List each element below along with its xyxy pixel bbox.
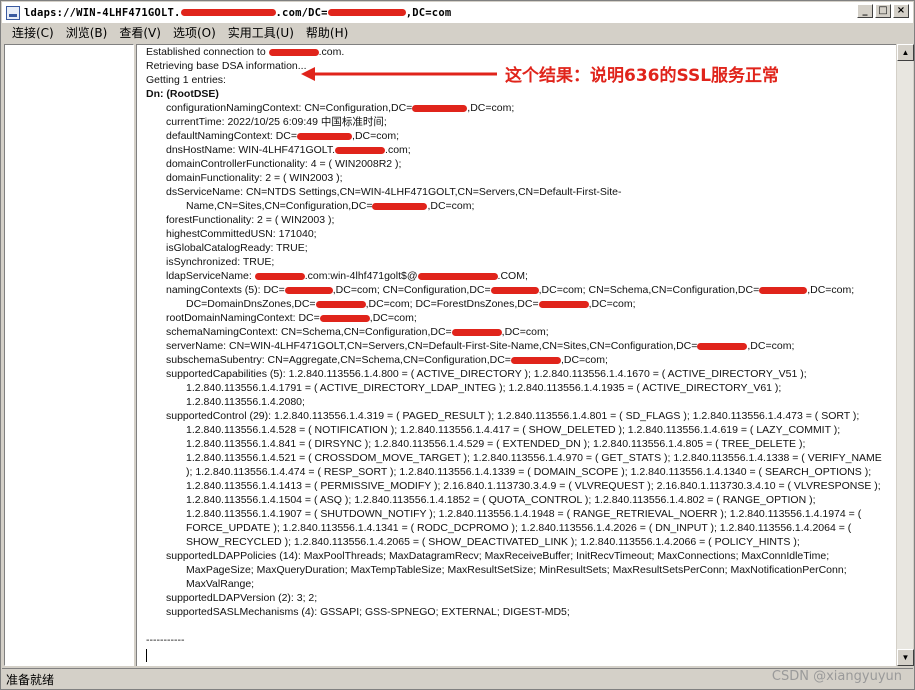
text-cursor (146, 649, 147, 662)
log-line: 1.2.840.113556.1.4.528 = ( NOTIFICATION … (186, 424, 841, 436)
annotation-callout: 这个结果：说明636的SSL服务正常 (301, 61, 779, 86)
log-line: Name,CN=Sites,CN=Configuration,DC= ,DC=co… (186, 200, 475, 212)
menu-options[interactable]: 选项(O) (167, 24, 222, 42)
log-line: configurationNamingContext: CN=Configura… (166, 102, 515, 114)
log-line: MaxPageSize; MaxQueryDuration; MaxTempTa… (186, 564, 847, 576)
window-title: ldaps://WIN-4LHF471GOLT. .com/DC= ,DC=com (24, 6, 452, 19)
redaction-mark (327, 9, 406, 16)
redaction-mark (319, 314, 370, 322)
vertical-scrollbar[interactable]: ▲ ▼ (896, 44, 914, 666)
log-line: ldapServiceName: .com:win-4lhf471golt$@.… (166, 270, 528, 282)
redaction-mark (315, 300, 366, 308)
log-line: 1.2.840.113556.1.4.2080; (186, 396, 305, 408)
log-line: 1.2.840.113556.1.4.841 = ( DIRSYNC ); 1.… (186, 438, 806, 450)
redaction-mark (180, 9, 276, 16)
redaction-mark (538, 300, 589, 308)
log-line: MaxValRange; (186, 578, 255, 590)
log-line: namingContexts (5): DC= ,DC=com; CN=Confi… (166, 284, 855, 296)
log-line: isSynchronized: TRUE; (166, 256, 275, 268)
log-line: FORCE_UPDATE ); 1.2.840.113556.1.4.1341 … (186, 522, 852, 534)
log-separator: ----------- (146, 634, 185, 646)
redaction-mark (297, 132, 353, 140)
redaction-mark (412, 104, 468, 112)
log-line: 1.2.840.113556.1.4.1791 = ( ACTIVE_DIREC… (186, 382, 782, 394)
redaction-mark (254, 272, 305, 280)
redaction-mark (510, 356, 561, 364)
ldp-app-icon (6, 5, 20, 20)
close-button[interactable]: × (893, 4, 909, 18)
log-line: ); 1.2.840.113556.1.4.474 = ( RESP_SORT … (186, 466, 872, 478)
log-line: 1.2.840.113556.1.4.1413 = ( PERMISSIVE_M… (186, 480, 881, 492)
log-line: SHOW_RECYCLED ); 1.2.840.113556.1.4.2065… (186, 536, 800, 548)
log-line: domainFunctionality: 2 = ( WIN2003 ); (166, 172, 343, 184)
log-line: Established connection to .com. (146, 46, 345, 58)
ldp-window: ldaps://WIN-4LHF471GOLT. .com/DC= ,DC=com … (0, 0, 915, 690)
log-line-dn: Dn: (RootDSE) (146, 88, 219, 100)
log-line: DC=DomainDnsZones,DC= ,DC=com; DC=ForestD… (186, 298, 636, 310)
log-line: subschemaSubentry: CN=Aggregate,CN=Schem… (166, 354, 608, 366)
redaction-mark (417, 272, 498, 280)
log-line: currentTime: 2022/10/25 6:09:49 中国标准时间; (166, 116, 387, 128)
redaction-mark (372, 202, 428, 210)
log-line: supportedLDAPVersion (2): 3; 2; (166, 592, 318, 604)
log-line: supportedLDAPPolicies (14): MaxPoolThrea… (166, 550, 830, 562)
log-line: 1.2.840.113556.1.4.521 = ( CROSSDOM_MOVE… (186, 452, 882, 464)
log-line: dsServiceName: CN=NTDS Settings,CN=WIN-4… (166, 186, 622, 198)
watermark: CSDN @xiangyuyun (771, 669, 902, 684)
menu-connection[interactable]: 连接(C) (6, 24, 60, 42)
redaction-mark (335, 146, 386, 154)
redaction-mark (490, 286, 539, 294)
log-line: dnsHostName: WIN-4LHF471GOLT. .com; (166, 144, 411, 156)
red-arrow-icon (301, 66, 497, 81)
redaction-mark (268, 48, 319, 56)
log-line: isGlobalCatalogReady: TRUE; (166, 242, 308, 254)
menu-browse[interactable]: 浏览(B) (60, 24, 114, 42)
log-line: serverName: CN=WIN-4LHF471GOLT,CN=Server… (166, 340, 795, 352)
redaction-mark (451, 328, 502, 336)
menu-utilities[interactable]: 实用工具(U) (222, 24, 300, 42)
title-bar[interactable]: ldaps://WIN-4LHF471GOLT. .com/DC= ,DC=com … (2, 2, 913, 23)
log-line: supportedSASLMechanisms (4): GSSAPI; GSS… (166, 606, 570, 618)
redaction-mark (759, 286, 808, 294)
menu-view[interactable]: 查看(V) (113, 24, 167, 42)
minimize-button[interactable]: _ (857, 4, 873, 18)
log-line: 1.2.840.113556.1.4.1504 = ( ASQ ); 1.2.8… (186, 494, 816, 506)
output-pane[interactable]: Established connection to .com. Retrievi… (136, 44, 896, 666)
log-line: 1.2.840.113556.1.4.1907 = ( SHUTDOWN_NOT… (186, 508, 862, 520)
redaction-mark (284, 286, 333, 294)
menu-bar: 连接(C) 浏览(B) 查看(V) 选项(O) 实用工具(U) 帮助(H) (2, 23, 913, 43)
redaction-mark (697, 342, 748, 350)
log-line: schemaNamingContext: CN=Schema,CN=Config… (166, 326, 549, 338)
annotation-text: 这个结果：说明636的SSL服务正常 (505, 66, 780, 86)
log-line: forestFunctionality: 2 = ( WIN2003 ); (166, 214, 335, 226)
tree-view-pane[interactable] (4, 44, 134, 666)
maximize-button[interactable]: □ (875, 4, 891, 18)
log-line: domainControllerFunctionality: 4 = ( WIN… (166, 158, 402, 170)
log-line: supportedControl (29): 1.2.840.113556.1.… (166, 410, 860, 422)
scroll-up-arrow-icon[interactable]: ▲ (897, 44, 914, 61)
output-log: Established connection to .com. Retrievi… (146, 45, 894, 647)
window-controls: _ □ × (857, 4, 909, 18)
log-line: supportedCapabilities (5): 1.2.840.11355… (166, 368, 807, 380)
log-line: defaultNamingContext: DC= ,DC=com; (166, 130, 399, 142)
log-line: rootDomainNamingContext: DC= ,DC=com; (166, 312, 417, 324)
status-text: 准备就绪 (6, 672, 55, 687)
menu-help[interactable]: 帮助(H) (300, 24, 354, 42)
log-line: highestCommittedUSN: 171040; (166, 228, 317, 240)
scroll-down-arrow-icon[interactable]: ▼ (897, 649, 914, 666)
